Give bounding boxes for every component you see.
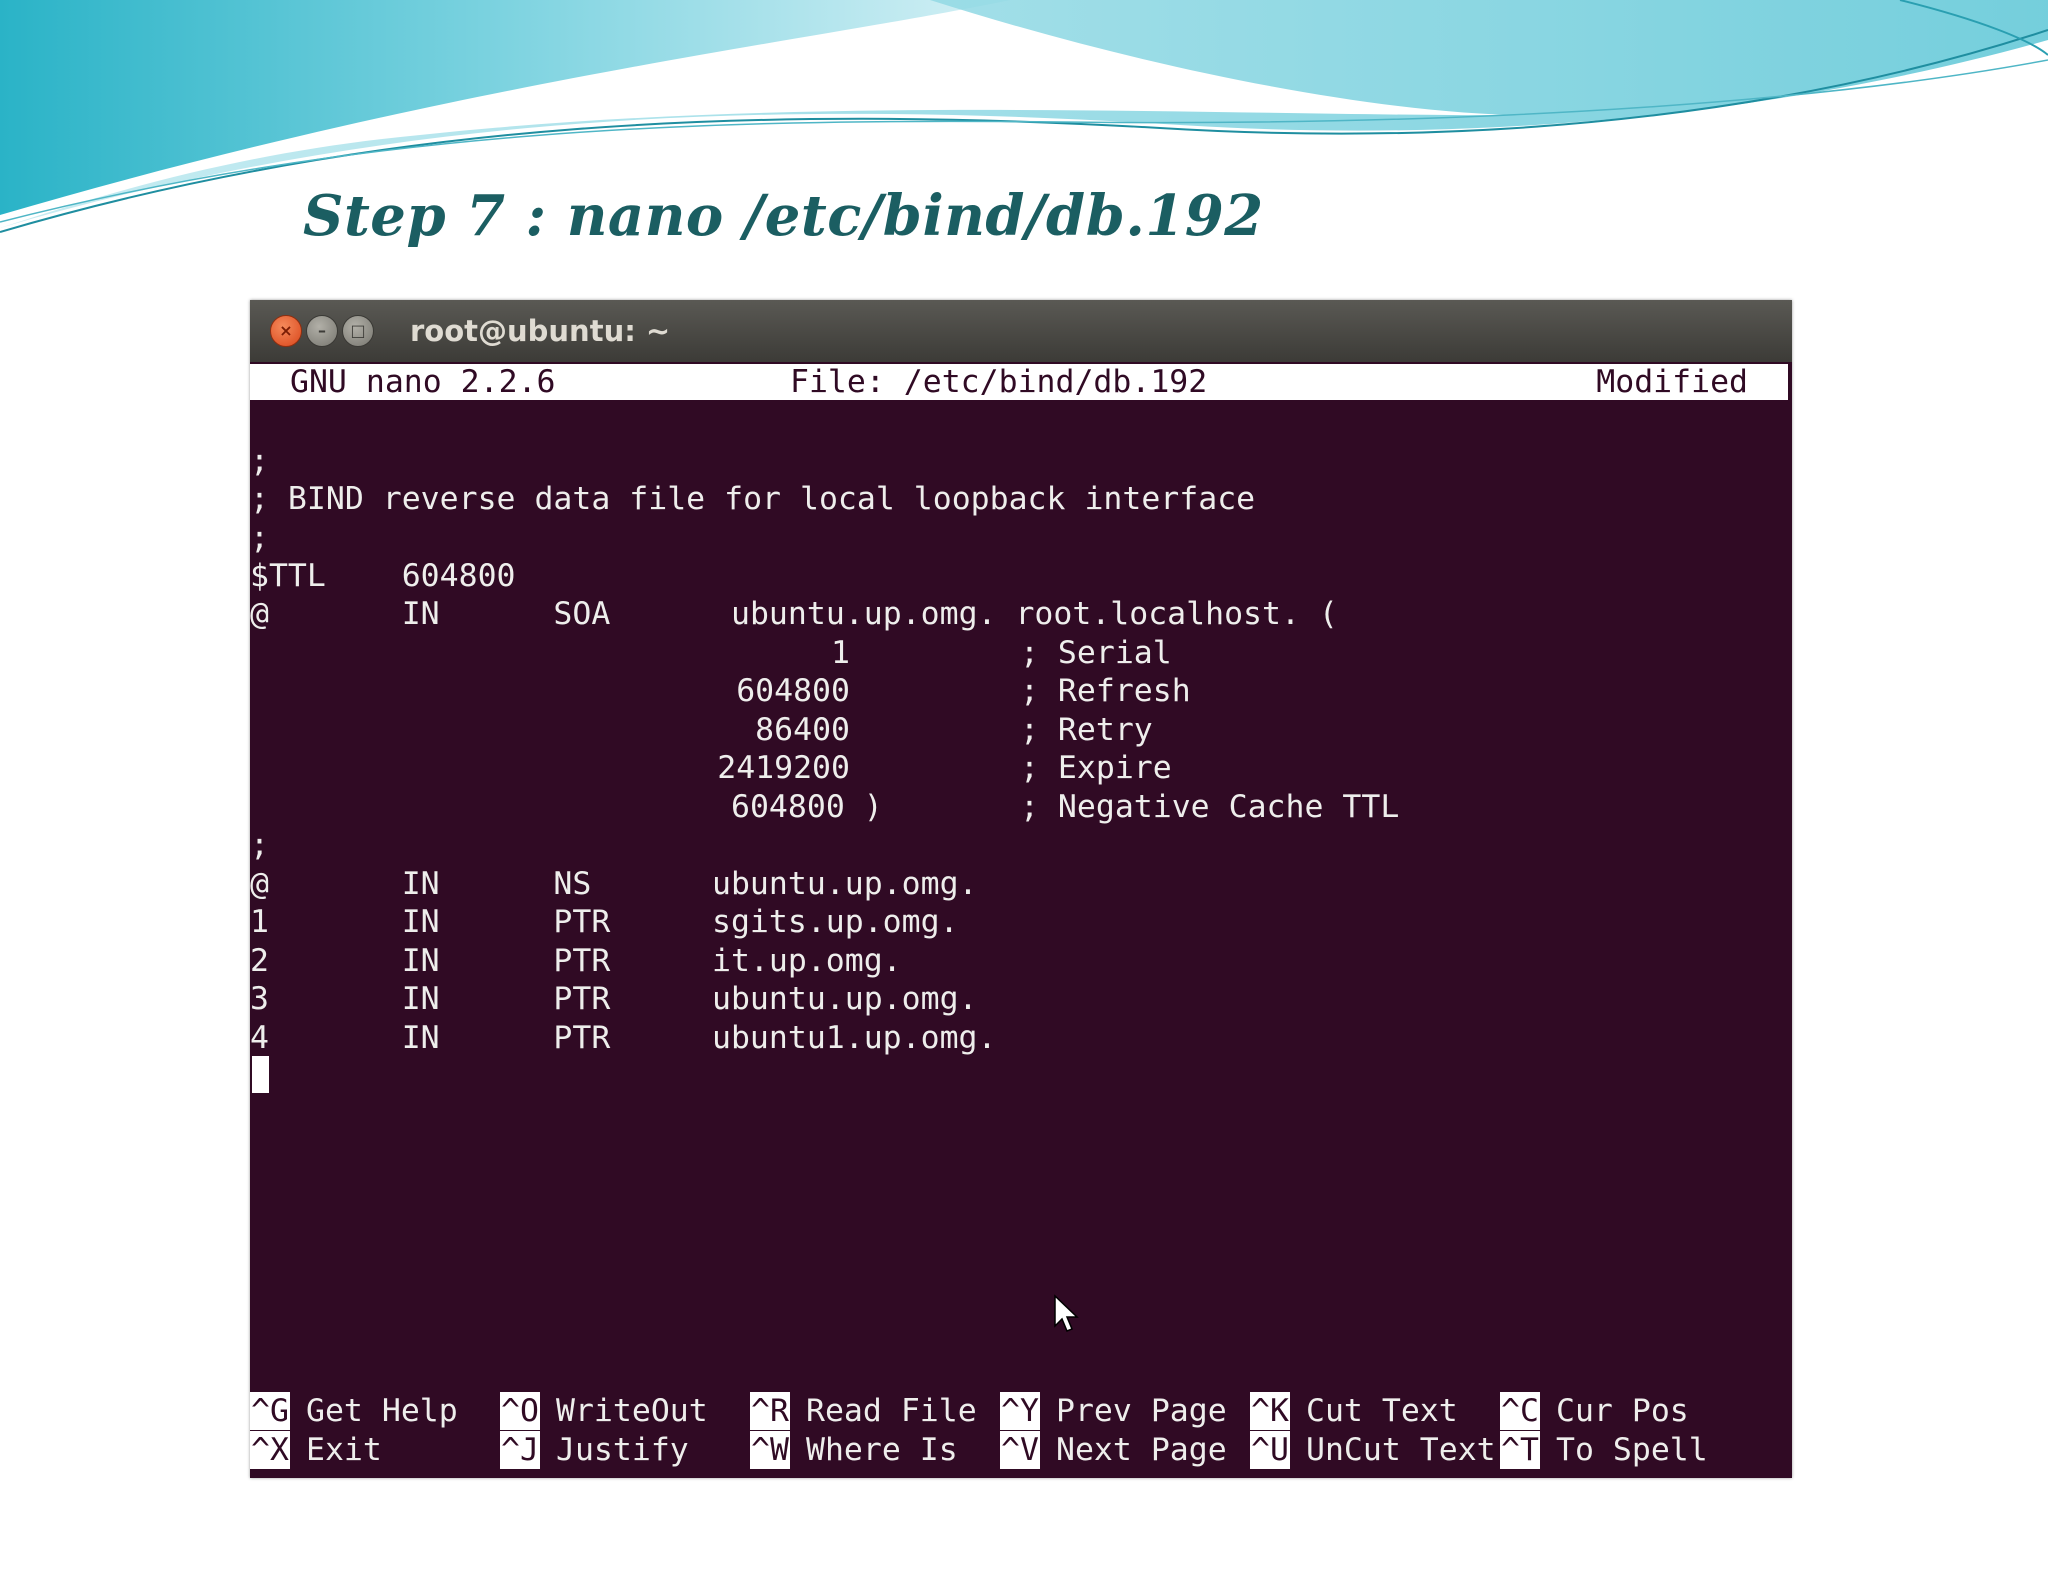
- shortcut-label: Where Is: [806, 1432, 958, 1468]
- shortcut-key: ^T: [1500, 1431, 1540, 1469]
- soa-value: 2419200: [717, 750, 850, 786]
- shortcut-key: ^K: [1250, 1392, 1290, 1430]
- shortcut-label: Exit: [306, 1432, 382, 1468]
- text-cursor: [252, 1056, 269, 1093]
- window-titlebar[interactable]: × – □ root@ubuntu: ~: [250, 300, 1792, 362]
- shortcut-key: ^Y: [1000, 1392, 1040, 1430]
- record-line: 2 IN PTR: [250, 943, 611, 979]
- shortcut-prev-page[interactable]: ^Y Prev Page: [1000, 1392, 1227, 1430]
- record-line: 3 IN PTR: [250, 981, 611, 1017]
- shortcut-uncut-text[interactable]: ^U UnCut Text: [1250, 1431, 1496, 1469]
- file-line: ;: [250, 827, 269, 863]
- shortcut-label: Cur Pos: [1556, 1393, 1689, 1429]
- window-minimize-button[interactable]: –: [306, 315, 338, 347]
- soa-value: 604800: [736, 673, 850, 709]
- shortcut-exit[interactable]: ^X Exit: [250, 1431, 402, 1469]
- record-data: ubuntu1.up.omg.: [712, 1020, 997, 1056]
- soa-primary: ubuntu.up.omg. root.localhost. (: [731, 596, 1338, 632]
- terminal-area[interactable]: GNU nano 2.2.6 File: /etc/bind/db.192 Mo…: [250, 362, 1792, 1478]
- shortcut-label: To Spell: [1556, 1432, 1708, 1468]
- soa-value: 1: [831, 635, 850, 671]
- nano-header-bar: GNU nano 2.2.6 File: /etc/bind/db.192 Mo…: [250, 364, 1788, 400]
- soa-comment: ; Serial: [1020, 635, 1172, 671]
- file-line: ;: [250, 443, 269, 479]
- file-line: ; BIND reverse data file for local loopb…: [250, 481, 1256, 517]
- terminal-window: × – □ root@ubuntu: ~ GNU nano 2.2.6 File…: [250, 300, 1792, 1478]
- record-data: ubuntu.up.omg.: [712, 981, 978, 1017]
- nano-modified-status: Modified: [1596, 364, 1748, 400]
- shortcut-key: ^G: [250, 1392, 290, 1430]
- record-data: ubuntu.up.omg.: [712, 866, 978, 902]
- soa-comment: ; Negative Cache TTL: [1020, 789, 1400, 825]
- shortcut-cur-pos[interactable]: ^C Cur Pos: [1500, 1392, 1689, 1430]
- window-title: root@ubuntu: ~: [410, 314, 671, 348]
- soa-value: 86400: [755, 712, 850, 748]
- soa-comment: ; Expire: [1020, 750, 1172, 786]
- record-line: 4 IN PTR: [250, 1020, 611, 1056]
- shortcut-key: ^X: [250, 1431, 290, 1469]
- soa-comment: ; Refresh: [1020, 673, 1191, 709]
- soa-comment: ; Retry: [1020, 712, 1153, 748]
- shortcut-label: UnCut Text: [1306, 1432, 1496, 1468]
- nano-filename: File: /etc/bind/db.192: [790, 364, 1208, 400]
- file-line: $TTL 604800: [250, 558, 516, 594]
- window-close-button[interactable]: ×: [270, 315, 302, 347]
- minimize-icon: –: [318, 321, 326, 340]
- close-icon: ×: [279, 321, 293, 340]
- nano-shortcut-bar: ^G Get Help ^O WriteOut ^R Read File ^Y …: [250, 1392, 1792, 1472]
- shortcut-key: ^J: [500, 1431, 540, 1469]
- shortcut-to-spell[interactable]: ^T To Spell: [1500, 1431, 1708, 1469]
- mouse-pointer-icon: [1054, 1294, 1079, 1332]
- nano-version: GNU nano 2.2.6: [290, 364, 556, 400]
- shortcut-key: ^O: [500, 1392, 540, 1430]
- shortcut-label: Get Help: [306, 1393, 458, 1429]
- shortcut-cut-text[interactable]: ^K Cut Text: [1250, 1392, 1458, 1430]
- window-maximize-button[interactable]: □: [342, 315, 374, 347]
- shortcut-next-page[interactable]: ^V Next Page: [1000, 1431, 1227, 1469]
- shortcut-label: Cut Text: [1306, 1393, 1458, 1429]
- shortcut-writeout[interactable]: ^O WriteOut: [500, 1392, 708, 1430]
- shortcut-label: Prev Page: [1056, 1393, 1227, 1429]
- shortcut-read-file[interactable]: ^R Read File: [750, 1392, 977, 1430]
- shortcut-label: WriteOut: [556, 1393, 708, 1429]
- shortcut-label: Next Page: [1056, 1432, 1227, 1468]
- shortcut-key: ^U: [1250, 1431, 1290, 1469]
- shortcut-key: ^C: [1500, 1392, 1540, 1430]
- shortcut-get-help[interactable]: ^G Get Help: [250, 1392, 458, 1430]
- shortcut-key: ^R: [750, 1392, 790, 1430]
- shortcut-label: Read File: [806, 1393, 977, 1429]
- file-line: @ IN SOA: [250, 596, 611, 632]
- soa-value: 604800 ): [731, 789, 883, 825]
- slide-title: Step 7 : nano /etc/bind/db.192: [303, 183, 1264, 249]
- maximize-icon: □: [350, 321, 366, 340]
- shortcut-where-is[interactable]: ^W Where Is: [750, 1431, 958, 1469]
- shortcut-justify[interactable]: ^J Justify: [500, 1431, 689, 1469]
- shortcut-key: ^W: [750, 1431, 790, 1469]
- file-line: ;: [250, 520, 269, 556]
- shortcut-key: ^V: [1000, 1431, 1040, 1469]
- record-data: it.up.omg.: [712, 943, 902, 979]
- shortcut-label: Justify: [556, 1432, 689, 1468]
- record-line: @ IN NS: [250, 866, 592, 902]
- record-data: sgits.up.omg.: [712, 904, 959, 940]
- record-line: 1 IN PTR: [250, 904, 611, 940]
